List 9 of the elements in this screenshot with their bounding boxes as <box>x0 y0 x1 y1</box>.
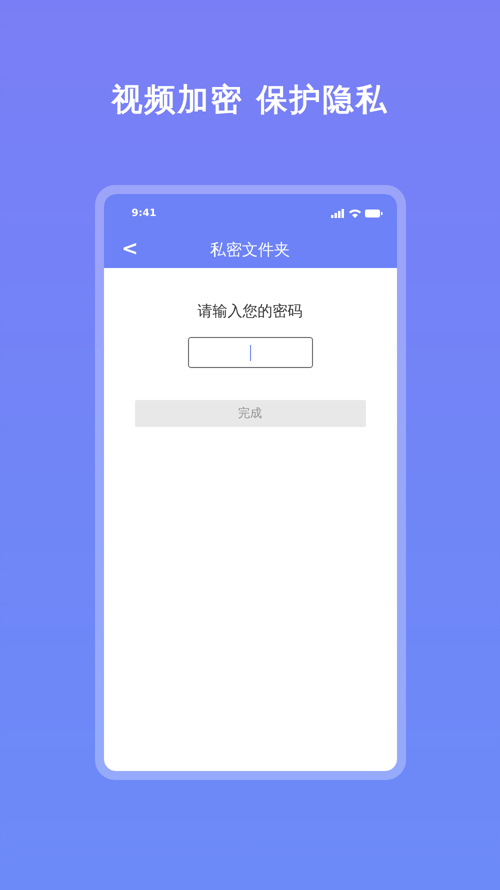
password-field[interactable] <box>188 337 312 368</box>
password-prompt: 请输入您的密码 <box>198 301 302 321</box>
headline: 视频加密 保护隐私 <box>112 81 388 120</box>
back-button[interactable]: < <box>118 236 142 260</box>
battery-icon <box>364 208 382 218</box>
signal-icon <box>330 208 344 218</box>
screen-title: 私密文件夹 <box>210 240 290 260</box>
status-time: 9:41 <box>132 208 156 218</box>
wifi-icon <box>348 208 360 218</box>
